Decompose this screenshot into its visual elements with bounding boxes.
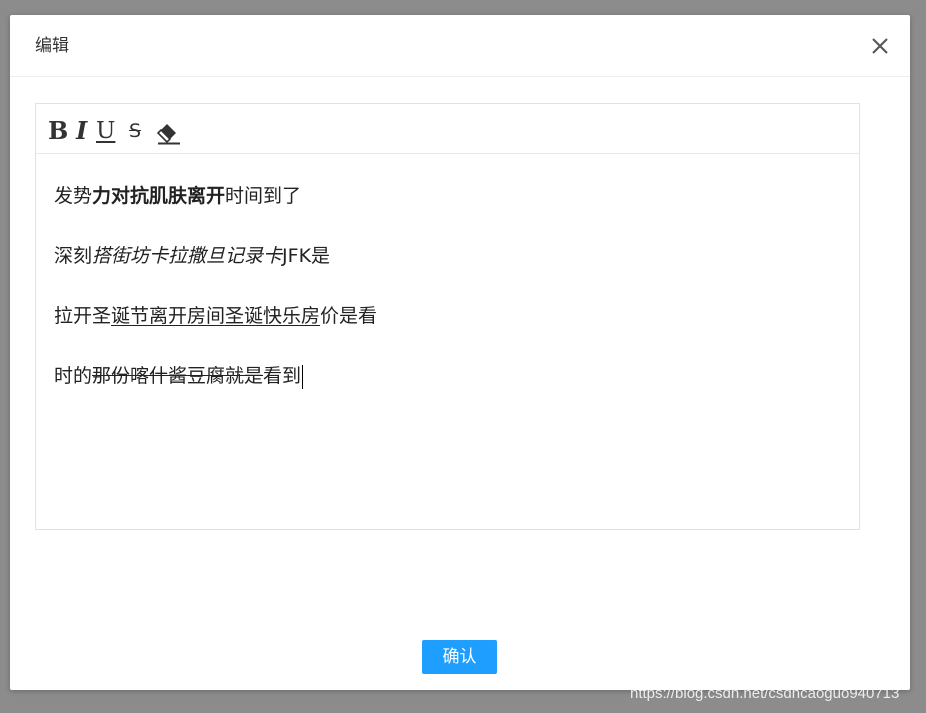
text-run: 看到 [263, 365, 302, 387]
paragraph: 拉开圣诞节离开房间圣诞快乐房价是看 [54, 302, 377, 330]
text-caret [302, 364, 304, 389]
rich-text-editor: B I U S 发势力对抗肌肤离开时间到了 深刻搭街坊卡拉撒旦记录卡JFK是 拉… [35, 103, 860, 530]
text-run: 发势 [54, 185, 93, 207]
close-icon [872, 38, 888, 54]
underline-button[interactable]: U [96, 117, 115, 145]
strikethrough-button[interactable]: S [129, 117, 141, 145]
italic-text-run: 搭街坊卡拉撒旦记录卡 [92, 245, 283, 267]
text-run: 时间到了 [225, 185, 302, 207]
eraser-button[interactable] [156, 121, 181, 145]
editor-toolbar: B I U S [36, 104, 859, 154]
text-run: 深刻 [54, 245, 93, 267]
text-run: 价是看 [320, 305, 378, 327]
text-run: JFK是 [282, 245, 331, 267]
dialog-header: 编辑 [10, 15, 910, 77]
paragraph: 时的那份喀什酱豆腐就是看到 [54, 362, 304, 390]
eraser-icon [156, 124, 180, 145]
close-button[interactable] [868, 34, 892, 58]
edit-dialog: 编辑 B I U S 发势力对抗肌肤离开时间到了 深刻搭街坊卡拉撒旦记录卡JFK… [10, 15, 910, 690]
underline-text-run: 诞节离开房间圣诞快乐房 [111, 305, 321, 327]
paragraph: 深刻搭街坊卡拉撒旦记录卡JFK是 [54, 242, 330, 270]
confirm-button[interactable]: 确认 [422, 640, 497, 674]
watermark: https://blog.csdn.net/csdncaoguo940713 [630, 685, 900, 702]
dialog-title: 编辑 [35, 36, 69, 56]
text-run: 时的 [54, 365, 93, 387]
bold-text-run: 力对抗肌肤离开 [92, 185, 226, 207]
text-run: 拉开圣 [54, 305, 112, 327]
italic-button[interactable]: I [76, 117, 87, 145]
bold-button[interactable]: B [48, 117, 68, 145]
paragraph: 发势力对抗肌肤离开时间到了 [54, 182, 301, 210]
strikethrough-text-run: 那份喀什酱豆腐就是 [92, 365, 264, 387]
